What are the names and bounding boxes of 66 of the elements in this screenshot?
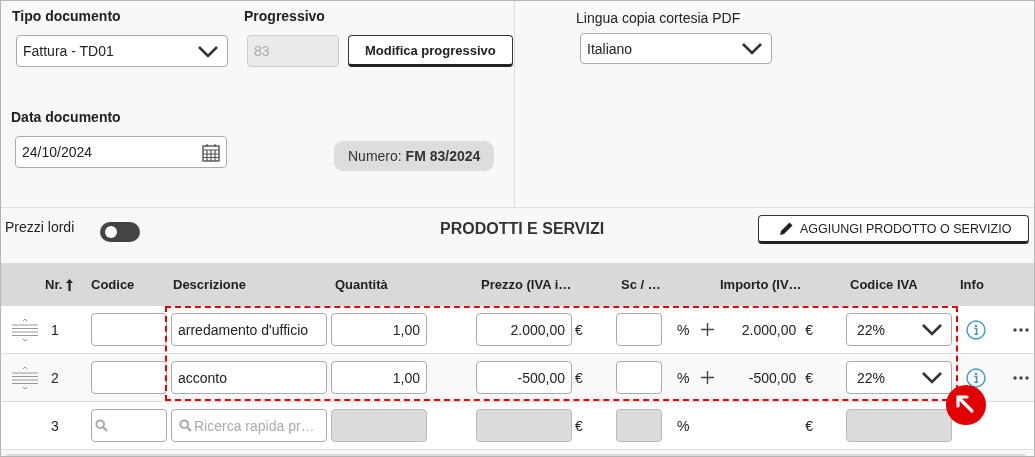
description-field[interactable]: acconto [171, 361, 327, 394]
document-number-chip: Numero: FM 83/2024 [334, 141, 495, 171]
gross-prices-toggle[interactable] [100, 222, 141, 242]
code-search-field[interactable] [91, 409, 167, 442]
chevron-down-icon [741, 42, 763, 55]
row-number: 1 [50, 321, 60, 338]
toggle-label: Prezzi lordi [5, 219, 75, 235]
search-icon [95, 419, 108, 432]
quantity-field[interactable]: 1,00 [331, 313, 427, 346]
quantity-field[interactable]: 1,00 [331, 361, 427, 394]
column-header[interactable]: Quantità [335, 277, 388, 292]
column-header[interactable]: Importo (IV… [720, 277, 802, 292]
percent-label: % [677, 321, 690, 338]
more-icon[interactable] [1013, 327, 1029, 332]
code-field[interactable] [91, 361, 167, 394]
plus-icon[interactable] [701, 323, 714, 336]
column-header[interactable]: Codice IVA [850, 277, 918, 292]
calendar-icon [202, 142, 220, 162]
price-field[interactable]: 2.000,00 [476, 313, 572, 346]
discount-field[interactable] [616, 361, 662, 394]
edit-progressive-button[interactable]: Modifica progressivo [348, 35, 513, 67]
info-icon[interactable] [966, 319, 986, 340]
currency-label: € [575, 369, 583, 386]
date-field[interactable]: 24/10/2024 [15, 136, 227, 168]
column-header[interactable]: Prezzo (IVA i… [481, 277, 572, 292]
chevron-down-icon [921, 323, 943, 336]
chevron-down-icon [197, 44, 219, 58]
amount-text: -500,00 [748, 369, 797, 386]
document-type-select[interactable]: Fattura - TD01 [16, 35, 228, 67]
price-field[interactable]: -500,00 [476, 361, 572, 394]
column-header[interactable]: Sc / … [621, 277, 661, 292]
sort-arrow-icon[interactable] [66, 278, 74, 291]
column-header[interactable]: Info [960, 277, 984, 292]
discount-field[interactable] [616, 313, 662, 346]
column-header[interactable]: Descrizione [173, 277, 246, 292]
currency-label: € [575, 417, 583, 434]
info-icon[interactable] [966, 367, 986, 388]
search-icon [179, 419, 192, 432]
amount-text: 2.000,00 [741, 321, 797, 338]
language-select[interactable]: Italiano [580, 33, 772, 64]
currency-label: € [805, 321, 813, 338]
field-label: Progressivo [244, 8, 326, 24]
code-field[interactable] [91, 313, 167, 346]
percent-label: % [677, 417, 690, 434]
vat-select[interactable]: 22% [846, 313, 952, 346]
field-label: Data documento [11, 109, 122, 125]
column-header[interactable]: Codice [91, 277, 135, 292]
currency-label: € [805, 417, 813, 434]
field-label: Tipo documento [12, 8, 122, 24]
column-header[interactable]: Nr. [45, 277, 74, 292]
description-field[interactable]: arredamento d'ufficio [171, 313, 327, 346]
plus-icon[interactable] [701, 371, 714, 384]
more-icon[interactable] [1013, 375, 1029, 380]
description-search-field[interactable]: Ricerca rapida pr… [171, 409, 327, 442]
add-product-button[interactable]: AGGIUNGI PRODOTTO O SERVIZIO [758, 215, 1029, 244]
pencil-icon [779, 221, 794, 236]
currency-label: € [805, 369, 813, 386]
row-number: 2 [50, 369, 60, 386]
section-title: PRODOTTI E SERVIZI [440, 220, 605, 238]
vat-select[interactable]: 22% [846, 361, 952, 394]
field-label: Lingua copia cortesia PDF [576, 10, 742, 26]
row-number: 3 [50, 417, 60, 434]
currency-label: € [575, 321, 583, 338]
percent-label: % [677, 369, 690, 386]
chevron-down-icon [921, 371, 943, 384]
discount-field [616, 409, 662, 442]
